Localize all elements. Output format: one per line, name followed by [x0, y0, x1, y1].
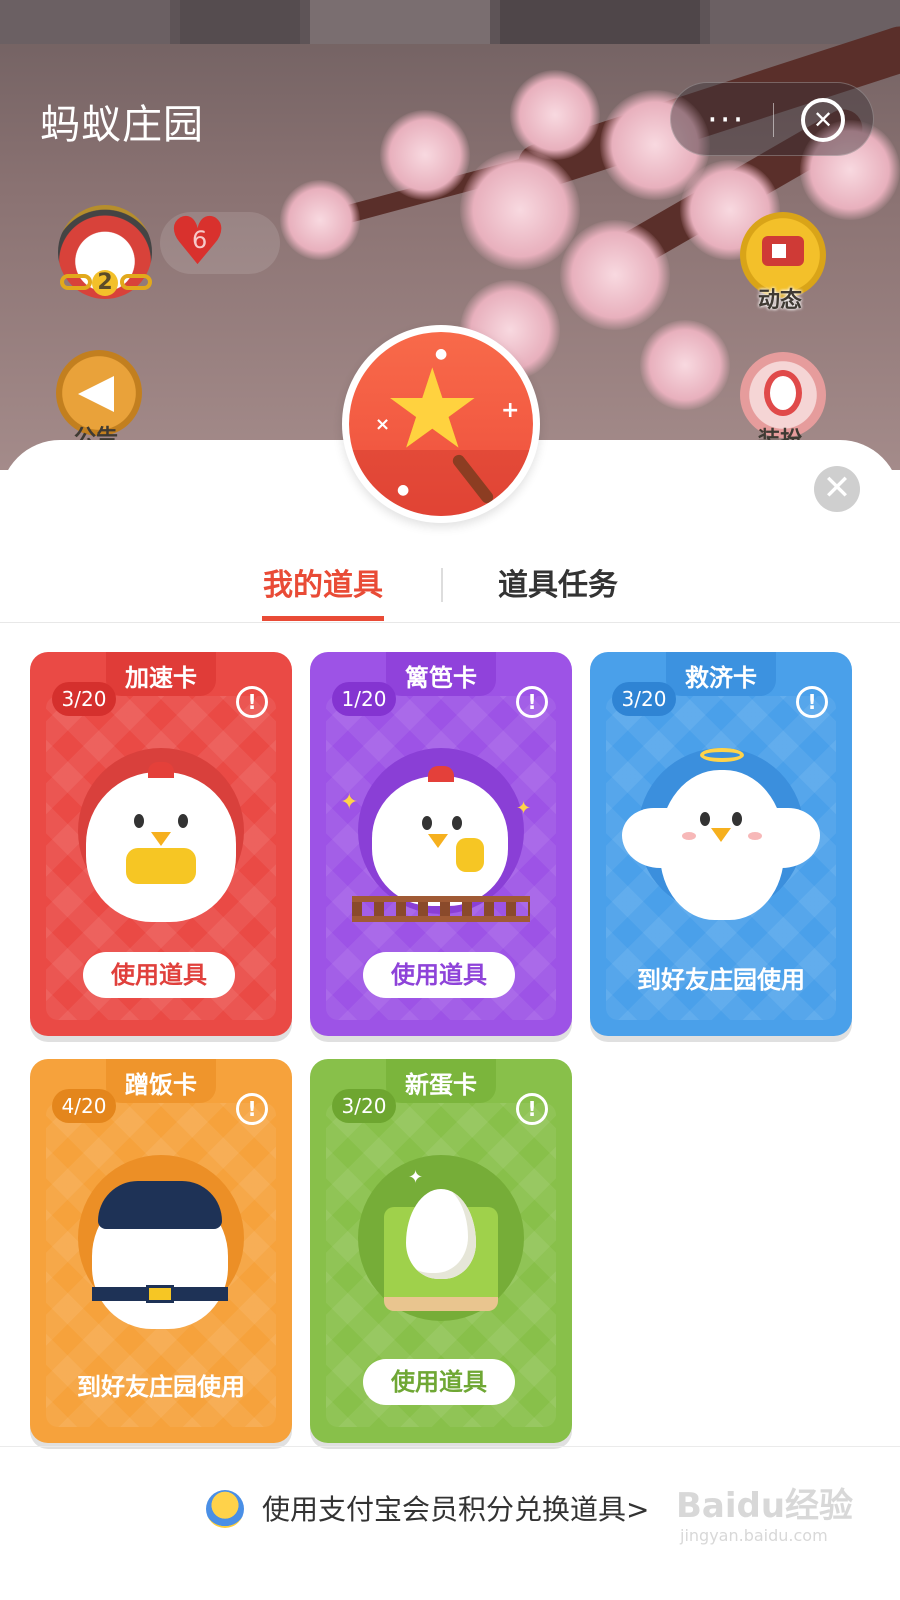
- magic-star-icon: ★: [383, 345, 482, 473]
- baidu-watermark-url: jingyan.baidu.com: [680, 1526, 828, 1545]
- card-speed-up[interactable]: 加速卡 3/20 ! 使用道具: [30, 652, 292, 1036]
- capsule-divider: [773, 103, 774, 137]
- card-count: 1/20: [332, 682, 396, 716]
- status-bar: [0, 0, 900, 44]
- close-panel-icon[interactable]: ✕: [814, 466, 860, 512]
- blossom: [460, 150, 580, 270]
- mailbox-icon: [762, 236, 804, 266]
- use-at-friend-text: 到好友庄园使用: [77, 1373, 245, 1401]
- chick-icon: [86, 762, 236, 922]
- card-new-egg[interactable]: 新蛋卡 3/20 ! ✦ 使用道具: [310, 1059, 572, 1443]
- card-count: 3/20: [52, 682, 116, 716]
- halo-icon: [700, 748, 744, 762]
- redeem-points-link[interactable]: 使用支付宝会员积分兑换道具>: [262, 1488, 649, 1528]
- info-icon[interactable]: !: [236, 686, 268, 718]
- footer-divider: [0, 1446, 900, 1447]
- use-prop-button[interactable]: 使用道具: [363, 952, 515, 998]
- use-prop-button[interactable]: 使用道具: [363, 1359, 515, 1405]
- megaphone-icon: [78, 376, 114, 412]
- tab-prop-tasks[interactable]: 道具任务: [498, 560, 618, 604]
- active-tab-indicator: [262, 616, 384, 621]
- coin-icon: [206, 1490, 244, 1528]
- tab-my-props[interactable]: 我的道具: [263, 560, 383, 604]
- dynamic-label: 动态: [758, 288, 803, 313]
- info-icon[interactable]: !: [236, 1093, 268, 1125]
- chick-icon: [372, 766, 508, 906]
- rank-badge: 2: [92, 270, 118, 296]
- app-title: 蚂蚁庄园: [40, 102, 204, 148]
- use-at-friend-text: 到好友庄园使用: [637, 966, 805, 994]
- card-count: 4/20: [52, 1089, 116, 1123]
- blossom: [510, 70, 600, 160]
- close-app-icon[interactable]: ✕: [801, 98, 845, 142]
- tabs-divider: [0, 622, 900, 623]
- use-prop-button[interactable]: 使用道具: [83, 952, 235, 998]
- props-badge: ★ ● × + ●: [342, 325, 540, 523]
- props-tabs: 我的道具 道具任务: [0, 560, 900, 622]
- blossom: [280, 180, 360, 260]
- info-icon[interactable]: !: [516, 686, 548, 718]
- card-count: 3/20: [332, 1089, 396, 1123]
- card-fence[interactable]: 篱笆卡 1/20 ! ✦ ✦ 使用道具: [310, 652, 572, 1036]
- card-freeload[interactable]: 蹭饭卡 4/20 ! 到好友庄园使用: [30, 1059, 292, 1443]
- info-icon[interactable]: !: [796, 686, 828, 718]
- heart-count: 6: [192, 226, 208, 254]
- blossom: [560, 220, 670, 330]
- blossom: [380, 110, 470, 200]
- card-count: 3/20: [612, 682, 676, 716]
- blossom: [640, 320, 730, 410]
- card-relief[interactable]: 救济卡 3/20 ! 到好友庄园使用: [590, 652, 852, 1036]
- chick-icon: [660, 770, 784, 920]
- mirror-icon: [764, 370, 802, 416]
- fence-icon: [352, 896, 530, 922]
- tab-separator: [441, 568, 443, 602]
- info-icon[interactable]: !: [516, 1093, 548, 1125]
- baidu-watermark: Baidu经验: [676, 1486, 854, 1526]
- mini-program-capsule: ··· ✕: [670, 82, 874, 156]
- more-icon[interactable]: ···: [707, 103, 745, 137]
- chick-icon: [92, 1181, 228, 1329]
